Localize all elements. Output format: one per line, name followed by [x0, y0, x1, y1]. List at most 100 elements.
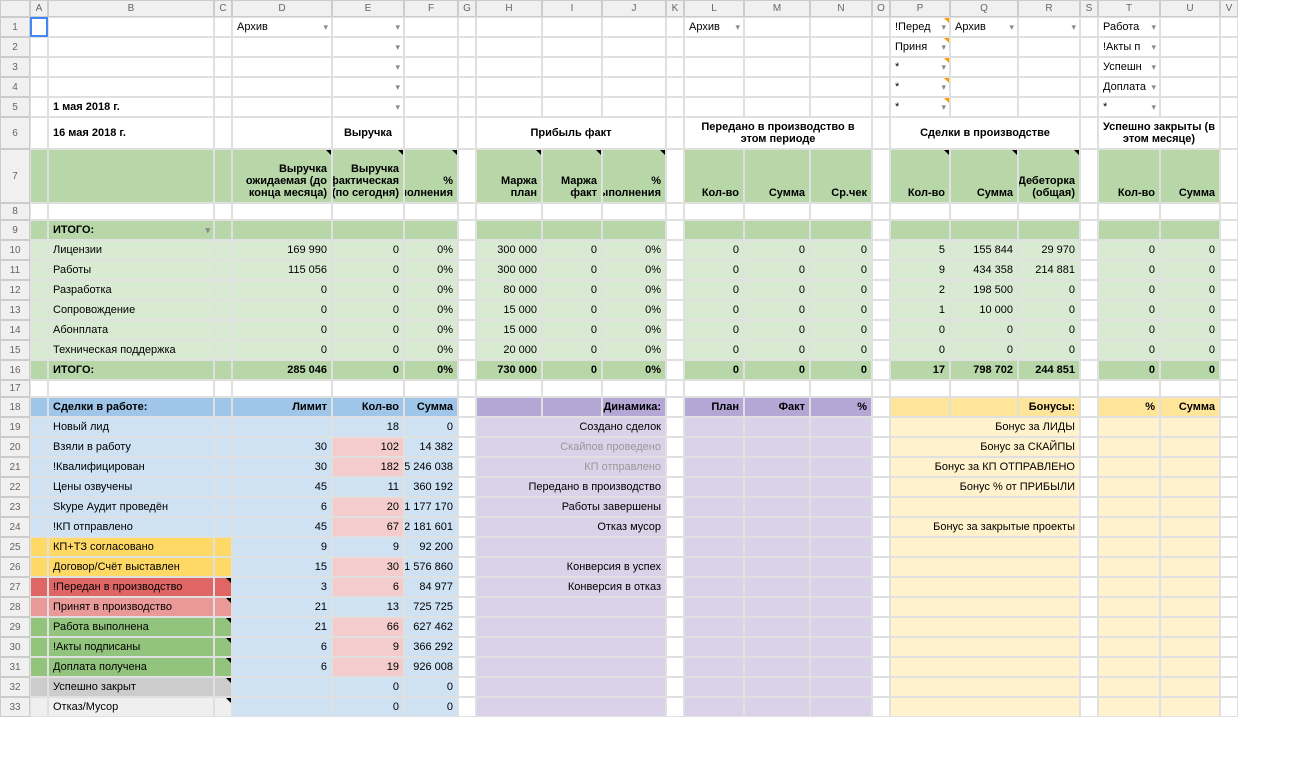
cell[interactable]: [1098, 577, 1160, 597]
row-header[interactable]: 16: [0, 360, 30, 380]
cell[interactable]: 0%: [602, 360, 666, 380]
cell[interactable]: 300 000: [476, 240, 542, 260]
cell[interactable]: Маржа план: [476, 149, 542, 203]
cell[interactable]: [458, 397, 476, 417]
cell[interactable]: [30, 240, 48, 260]
cell[interactable]: 14 382: [404, 437, 458, 457]
cell[interactable]: [744, 537, 810, 557]
cell[interactable]: [1160, 97, 1220, 117]
cell[interactable]: Новый лид: [48, 417, 214, 437]
cell[interactable]: [810, 220, 872, 240]
cell[interactable]: [332, 97, 404, 117]
cell[interactable]: [1160, 457, 1220, 477]
row-header[interactable]: 1: [0, 17, 30, 37]
cell[interactable]: [684, 617, 744, 637]
cell[interactable]: [872, 380, 890, 397]
cell[interactable]: [1160, 417, 1220, 437]
cell[interactable]: [666, 220, 684, 240]
cell[interactable]: [872, 17, 890, 37]
cell[interactable]: [810, 477, 872, 497]
cell[interactable]: [810, 437, 872, 457]
cell[interactable]: 0: [810, 340, 872, 360]
row-header[interactable]: 21: [0, 457, 30, 477]
cell[interactable]: [810, 697, 872, 717]
cell[interactable]: [476, 17, 542, 37]
cell[interactable]: [458, 437, 476, 457]
cell[interactable]: [890, 497, 1080, 517]
cell[interactable]: [666, 240, 684, 260]
row-header[interactable]: 33: [0, 697, 30, 717]
cell[interactable]: [214, 597, 232, 617]
cell[interactable]: [666, 360, 684, 380]
cell[interactable]: [950, 77, 1018, 97]
cell[interactable]: 0: [810, 240, 872, 260]
cell[interactable]: [30, 149, 48, 203]
cell[interactable]: [872, 577, 890, 597]
cell[interactable]: 0: [684, 320, 744, 340]
cell[interactable]: [810, 637, 872, 657]
cell[interactable]: [404, 203, 458, 220]
cell[interactable]: [476, 37, 542, 57]
cell[interactable]: Сумма: [1160, 149, 1220, 203]
cell[interactable]: [872, 240, 890, 260]
cell[interactable]: 0: [404, 697, 458, 717]
cell[interactable]: [404, 57, 458, 77]
cell[interactable]: [1220, 260, 1238, 280]
cell[interactable]: [404, 117, 458, 149]
cell[interactable]: [666, 17, 684, 37]
cell[interactable]: Прибыль факт: [476, 117, 666, 149]
cell[interactable]: [458, 77, 476, 97]
row-header[interactable]: 5: [0, 97, 30, 117]
cell[interactable]: Выручка фактическая (по сегодня): [332, 149, 404, 203]
cell[interactable]: [1080, 397, 1098, 417]
cell[interactable]: [1080, 577, 1098, 597]
row-header[interactable]: 19: [0, 417, 30, 437]
cell[interactable]: [1220, 320, 1238, 340]
cell[interactable]: 0: [1098, 300, 1160, 320]
row-header[interactable]: 3: [0, 57, 30, 77]
cell[interactable]: 0: [744, 240, 810, 260]
cell[interactable]: [810, 677, 872, 697]
cell[interactable]: 198 500: [950, 280, 1018, 300]
cell[interactable]: [810, 17, 872, 37]
cell[interactable]: 6: [332, 577, 404, 597]
cell[interactable]: [30, 340, 48, 360]
cell[interactable]: [458, 360, 476, 380]
cell[interactable]: 0: [232, 280, 332, 300]
cell[interactable]: % выполнения: [602, 149, 666, 203]
cell[interactable]: [1018, 17, 1080, 37]
cell[interactable]: [666, 517, 684, 537]
cell[interactable]: 926 008: [404, 657, 458, 677]
cell[interactable]: 360 192: [404, 477, 458, 497]
cell[interactable]: [684, 677, 744, 697]
cell[interactable]: [666, 97, 684, 117]
cell[interactable]: [744, 77, 810, 97]
cell[interactable]: [666, 457, 684, 477]
cell[interactable]: [1220, 117, 1238, 149]
cell[interactable]: 0: [232, 320, 332, 340]
cell[interactable]: [30, 477, 48, 497]
cell[interactable]: [332, 17, 404, 37]
cell[interactable]: [1160, 657, 1220, 677]
row-header[interactable]: 32: [0, 677, 30, 697]
cell[interactable]: 0: [542, 240, 602, 260]
cell[interactable]: [1080, 677, 1098, 697]
cell[interactable]: [48, 37, 214, 57]
row-header[interactable]: 24: [0, 517, 30, 537]
cell[interactable]: [458, 280, 476, 300]
cell[interactable]: [1160, 203, 1220, 220]
cell[interactable]: [458, 417, 476, 437]
cell[interactable]: 0: [332, 240, 404, 260]
row-header[interactable]: 4: [0, 77, 30, 97]
cell[interactable]: [1080, 37, 1098, 57]
row-header[interactable]: 12: [0, 280, 30, 300]
cell[interactable]: 798 702: [950, 360, 1018, 380]
cell[interactable]: [458, 203, 476, 220]
cell[interactable]: 30: [232, 457, 332, 477]
cell[interactable]: [1080, 617, 1098, 637]
cell[interactable]: [30, 557, 48, 577]
cell[interactable]: [1098, 697, 1160, 717]
cell[interactable]: Работа: [1098, 17, 1160, 37]
cell[interactable]: [1080, 57, 1098, 77]
cell[interactable]: КП отправлено: [476, 457, 666, 477]
